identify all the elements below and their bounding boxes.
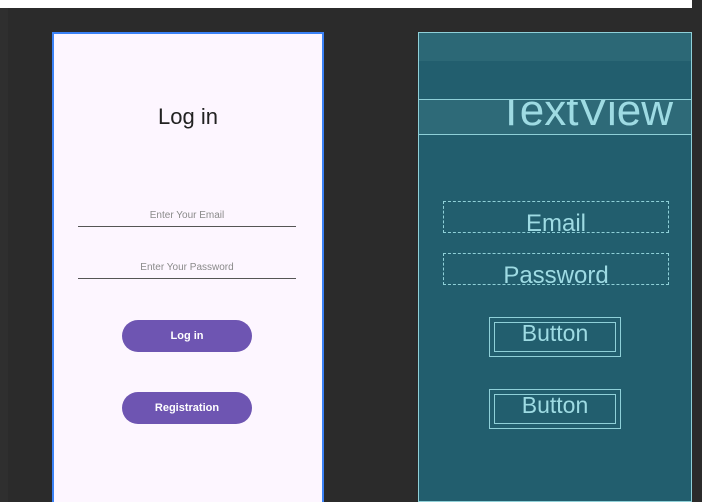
top-toolbar-edge [0,0,702,8]
blueprint-button-2[interactable]: Button [489,389,621,429]
registration-button[interactable]: Registration [122,392,252,424]
password-field[interactable]: Enter Your Password [78,258,296,279]
blueprint-button-2-label: Button [521,392,589,418]
email-field[interactable]: Enter Your Email [78,206,296,227]
blueprint-textview[interactable]: TextView [419,99,691,135]
login-title: Log in [158,104,218,129]
left-panel-edge [0,8,8,502]
blueprint-textview-label: TextView [497,99,673,135]
blueprint-button-1[interactable]: Button [489,317,621,357]
password-placeholder: Enter Your Password [140,262,234,273]
blueprint-header-band [419,33,691,61]
layout-editor-canvas: Log in Enter Your Email Enter Your Passw… [0,0,702,502]
blueprint-password-label: Password [503,262,609,289]
blueprint-email-label: Email [525,210,586,237]
blueprint-email-field[interactable]: Email [443,201,669,237]
email-placeholder: Enter Your Email [149,210,225,221]
blueprint-password-field[interactable]: Password [443,253,669,289]
blueprint-preview-screen[interactable]: TextView Email Password Button Button [418,32,692,502]
design-preview-screen[interactable]: Log in Enter Your Email Enter Your Passw… [52,32,324,502]
login-button[interactable]: Log in [122,320,252,352]
right-panel-edge [692,0,702,502]
blueprint-button-1-label: Button [521,320,589,346]
